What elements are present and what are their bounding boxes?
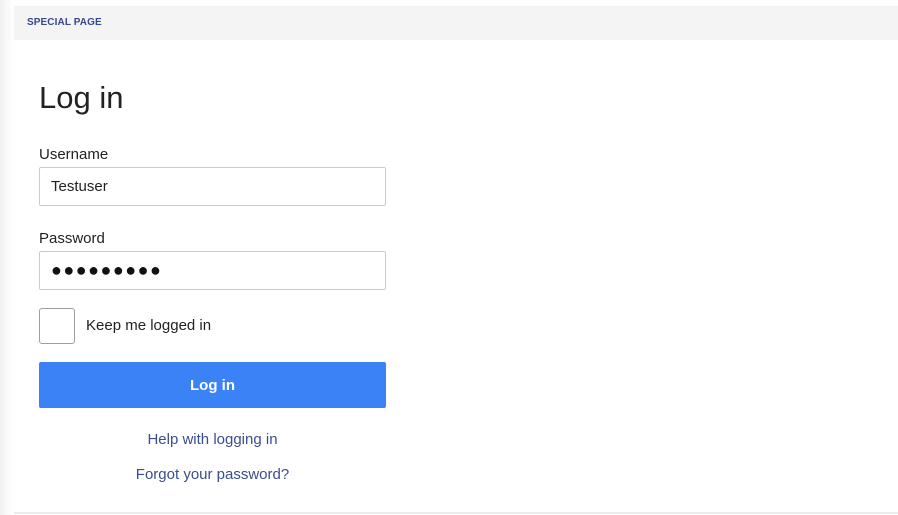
remember-me-label[interactable]: Keep me logged in	[86, 317, 211, 334]
password-label: Password	[39, 230, 105, 247]
help-login-link[interactable]: Help with logging in	[39, 431, 386, 448]
left-rail	[0, 0, 14, 515]
page-header-band	[14, 6, 898, 40]
special-page-label: SPECIAL PAGE	[27, 17, 102, 28]
forgot-password-link[interactable]: Forgot your password?	[39, 466, 386, 483]
username-input[interactable]: Testuser	[39, 167, 386, 206]
username-label: Username	[39, 146, 109, 163]
login-button[interactable]: Log in	[39, 362, 386, 408]
password-input[interactable]: ●●●●●●●●●	[39, 251, 386, 290]
page-title: Log in	[39, 80, 124, 115]
footer-divider	[14, 512, 898, 514]
password-value: ●●●●●●●●●	[51, 260, 163, 280]
login-page: SPECIAL PAGE Log in Username Testuser Pa…	[0, 0, 898, 515]
remember-me-checkbox[interactable]	[39, 308, 75, 344]
login-button-label: Log in	[190, 376, 235, 394]
username-value: Testuser	[51, 178, 108, 195]
